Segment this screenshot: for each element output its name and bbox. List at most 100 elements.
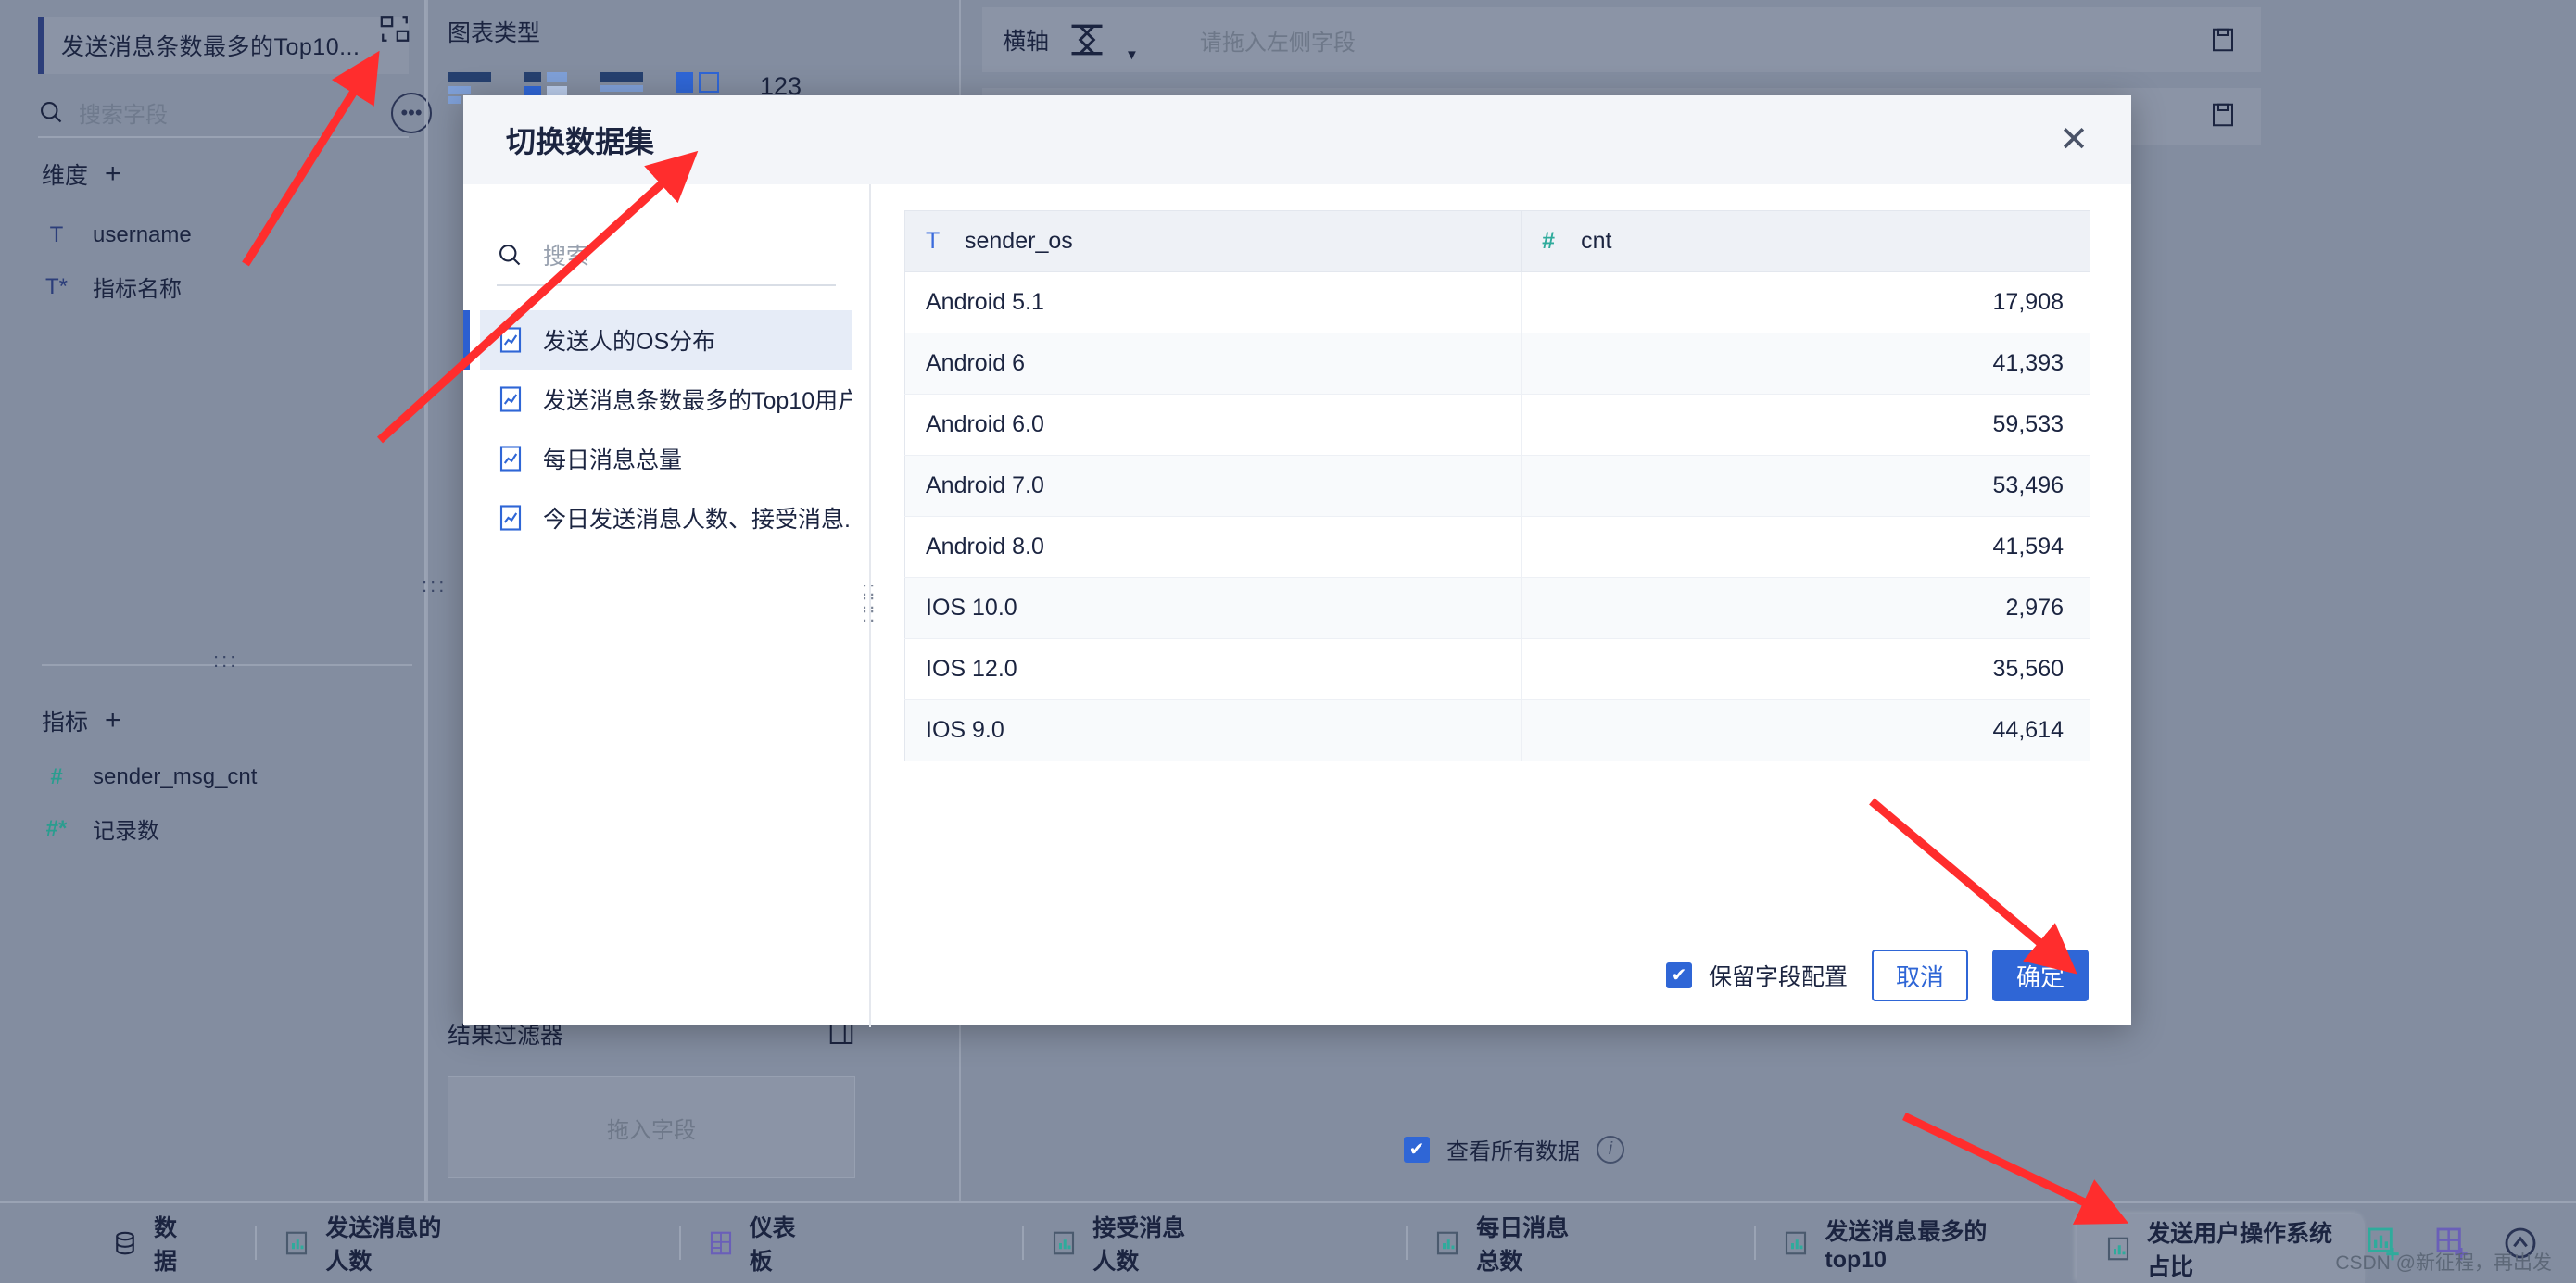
filter-drop-hint: 拖入字段 [607,1117,696,1143]
result-filter-block: 结果过滤器 拖入字段 [448,1017,855,1178]
cell-cnt: 17,908 [1521,271,2090,333]
bar-chart-icon [1786,1231,1807,1255]
text-field-icon: T [49,222,64,247]
dataset-sidebar: 发送消息条数最多的Top10... 搜索字段 ••• 维度 + T userna… [7,0,432,1202]
panel-resize-handle[interactable]: ::: [422,575,447,596]
bar-chart-icon [1437,1231,1458,1255]
view-all-data-label: 查看所有数据 [1446,1139,1580,1164]
dataset-chart-icon [499,446,522,472]
tab-top10-senders[interactable]: 发送消息最多的top10 [1754,1202,2036,1283]
add-metric-button[interactable]: + [105,705,121,736]
dataset-name: 发送人的OS分布 [543,329,716,355]
table-row: Android 6.0 59,533 [904,394,2090,456]
close-icon[interactable]: ✕ [2059,122,2089,157]
table-body: Android 5.1 17,908 Android 6 41,393 Andr… [904,271,2090,761]
cell-sender-os: IOS 10.0 [904,577,1522,639]
app-root: 发送消息条数最多的Top10... 搜索字段 ••• 维度 + T userna… [0,0,2576,1283]
cell-cnt: 53,496 [1521,455,2090,517]
table-header-row: Tsender_os # cnt [904,210,2090,272]
bar-chart-icon [2108,1237,2129,1261]
current-dataset-chip[interactable]: 发送消息条数最多的Top10... [38,17,409,74]
filter-drop-zone[interactable]: 拖入字段 [448,1076,855,1178]
dataset-list-item[interactable]: 发送消息条数最多的Top10用户 [480,370,852,429]
cell-sender-os: Android 6.0 [904,394,1522,456]
search-icon [41,102,62,123]
x-axis-label: 横轴 [1003,29,1050,55]
dataset-accent-bar [38,17,44,74]
axis-lock-icon[interactable] [2209,26,2237,54]
switch-dataset-icon[interactable] [378,13,411,44]
text-field-calc-icon: T* [45,273,68,299]
dashboard-icon [710,1231,731,1255]
dimension-field-username[interactable]: T username [44,222,192,248]
metric-field-record-count[interactable]: #* 记录数 [44,812,159,845]
column-header-cnt[interactable]: # cnt [1521,210,2090,272]
metric-label: 指标 [42,710,89,736]
watermark: CSDN @新征程，再出发 [2335,1252,2552,1274]
x-axis-placeholder: 请拖入左侧字段 [1199,30,1356,56]
dimension-label: 维度 [42,163,89,189]
dimension-field-metric-name[interactable]: T* 指标名称 [44,270,182,303]
keep-field-config-label: 保留字段配置 [1708,964,1848,990]
cell-sender-os: Android 5.1 [904,271,1522,333]
dialog-resize-handle[interactable]: :::::: [862,579,877,625]
keep-field-config-checkbox[interactable]: ✔ [1665,962,1692,988]
tab-send-message-users[interactable]: 发送消息的人数 [255,1202,484,1283]
chevron-down-icon[interactable]: ▼ [1125,47,1139,63]
axis-lock-icon[interactable] [2209,101,2237,129]
tab-label: 发送消息的人数 [325,1215,442,1275]
field-search-input[interactable]: 搜索字段 [38,88,409,138]
field-search-placeholder: 搜索字段 [79,102,168,128]
cell-cnt: 2,976 [1521,577,2090,639]
tab-dashboard[interactable]: 仪表板 [678,1202,830,1283]
dialog-footer: ✔ 保留字段配置 取消 确定 [1665,950,2089,1001]
metric-field-sender-msg-cnt[interactable]: # sender_msg_cnt [44,764,257,790]
view-all-data-checkbox[interactable]: ✔ [1404,1136,1430,1163]
dataset-list-item[interactable]: 发送人的OS分布 [463,310,852,370]
dataset-list-item[interactable]: 每日消息总量 [480,429,852,488]
view-all-data-row[interactable]: ✔ 查看所有数据 i [1404,1133,1624,1165]
table-row: Android 5.1 17,908 [904,271,2090,333]
tab-daily-message-total[interactable]: 每日消息总数 [1406,1202,1615,1283]
add-dimension-button[interactable]: + [105,158,121,190]
number-field-calc-icon: #* [45,815,68,841]
dataset-preview-panel: :::::: Tsender_os # cnt Android 5.1 17,9… [862,184,2131,1027]
dimension-field-label: 指标名称 [93,277,182,302]
dataset-chart-icon [499,505,522,531]
dimension-section-header: 维度 + [42,157,121,191]
confirm-button[interactable]: 确定 [1991,950,2089,1001]
tab-label: 接受消息人数 [1092,1215,1186,1275]
tab-label: 数据 [154,1215,178,1275]
keep-field-config-row[interactable]: ✔ 保留字段配置 [1665,959,1848,992]
dialog-body: 搜索 发送人的OS分布 发送消息条数最多的Top10用户 每日消息总量 今日发送… [463,184,2131,1027]
dataset-search-input[interactable]: 搜索 [497,225,836,286]
tab-os-share[interactable]: 发送用户操作系统占比 [2077,1214,2365,1283]
cell-cnt: 41,393 [1521,333,2090,395]
dataset-chart-icon [499,327,522,353]
dialog-title: 切换数据集 [506,125,655,158]
cell-sender-os: IOS 12.0 [904,638,1522,700]
cell-cnt: 59,533 [1521,394,2090,456]
cell-sender-os: Android 6 [904,333,1522,395]
tab-data[interactable]: 数据 [83,1202,214,1283]
dialog-header: 切换数据集 ✕ [463,95,2131,184]
sidebar-resize-handle[interactable]: ::: [213,648,238,673]
column-header-sender-os[interactable]: Tsender_os [904,210,1522,272]
column-name: sender_os [965,228,1073,254]
text-field-icon: T [926,228,941,254]
dataset-name: 今日发送消息人数、接受消息... [543,507,852,533]
cell-cnt: 44,614 [1521,699,2090,761]
cell-sender-os: Android 8.0 [904,516,1522,578]
table-row: Android 7.0 53,496 [904,455,2090,517]
dataset-list-item[interactable]: 今日发送消息人数、接受消息... [480,488,852,547]
dataset-list: 发送人的OS分布 发送消息条数最多的Top10用户 每日消息总量 今日发送消息人… [463,310,869,547]
info-icon[interactable]: i [1597,1135,1624,1164]
axis-icon[interactable] [1066,19,1108,60]
tab-receive-message-users[interactable]: 接受消息人数 [1022,1202,1231,1283]
number-field-icon: # [1542,228,1555,254]
tab-label: 仪表板 [749,1215,796,1275]
cancel-button[interactable]: 取消 [1871,950,1968,1001]
cell-cnt: 41,594 [1521,516,2090,578]
dataset-name: 发送消息条数最多的Top10用户 [543,388,852,414]
table-row: IOS 10.0 2,976 [904,577,2090,639]
